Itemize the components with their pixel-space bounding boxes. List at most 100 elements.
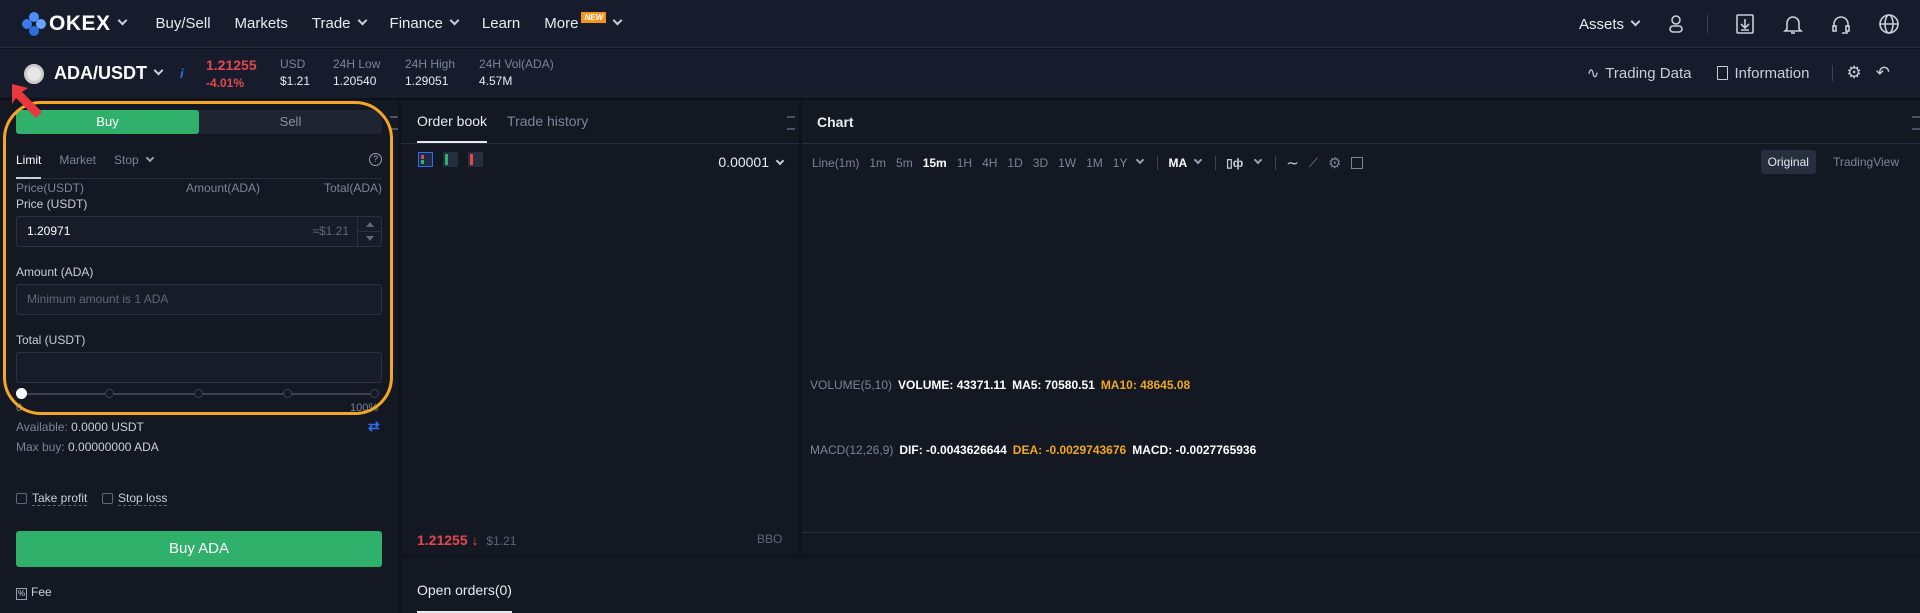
- view-bids-icon[interactable]: [443, 152, 458, 167]
- panel-drag-handle[interactable]: [1912, 116, 1920, 130]
- arrow-up-icon[interactable]: [366, 222, 374, 227]
- precision-value: 0.00001: [718, 154, 769, 170]
- chevron-down-icon[interactable]: [117, 15, 127, 26]
- macd-indicator-label: MACD(12,26,9): [810, 443, 894, 457]
- chart-settings-icon[interactable]: ⚙: [1328, 154, 1341, 172]
- tab-limit[interactable]: Limit: [16, 153, 42, 179]
- chevron-down-icon[interactable]: [1193, 155, 1203, 165]
- nav-buy-sell[interactable]: Buy/Sell: [156, 15, 211, 32]
- price-input[interactable]: 1.20971 ≈$1.21: [16, 216, 382, 247]
- divider: [802, 143, 1920, 144]
- high-label: 24H High: [405, 57, 456, 71]
- download-icon[interactable]: [1734, 13, 1756, 35]
- stop-loss-checkbox[interactable]: [102, 493, 113, 505]
- interval-15m[interactable]: 15m: [923, 156, 947, 170]
- slider-mark[interactable]: [283, 389, 292, 398]
- slider-mark[interactable]: [105, 389, 114, 398]
- slider-mark[interactable]: [194, 389, 203, 398]
- sell-tab[interactable]: Sell: [199, 110, 382, 134]
- ada-coin-icon: [24, 63, 44, 84]
- settings-icon[interactable]: ⚙: [1847, 63, 1862, 83]
- macd-legend: MACD(12,26,9) DIF: -0.0043626644 DEA: -0.0…: [810, 443, 1256, 457]
- fullscreen-icon[interactable]: [1351, 157, 1364, 169]
- new-badge: NEW: [581, 12, 607, 23]
- take-profit-option[interactable]: Take profit: [16, 491, 88, 506]
- ticker-bar: ADA/USDT i 1.21255 -4.01% USD $1.21 24H L…: [0, 49, 1920, 99]
- macd-dea: DEA: -0.0029743676: [1012, 443, 1127, 457]
- nav-finance[interactable]: Finance: [390, 15, 460, 32]
- interval-line-1m[interactable]: Line(1m): [812, 156, 859, 170]
- slider-mark[interactable]: [370, 389, 379, 398]
- buy-ada-button[interactable]: Buy ADA: [16, 531, 382, 567]
- nav-trade[interactable]: Trade: [312, 15, 367, 32]
- candlestick-chart[interactable]: [802, 180, 1920, 540]
- fee-label: Fee: [31, 585, 52, 599]
- stop-loss-option[interactable]: Stop loss: [102, 491, 168, 506]
- okex-logo[interactable]: OKEX: [22, 11, 127, 36]
- interval-5m[interactable]: 5m: [896, 156, 913, 170]
- view-original[interactable]: Original: [1760, 150, 1816, 174]
- interval-1w[interactable]: 1W: [1058, 156, 1076, 170]
- panel-drag-handle[interactable]: [390, 116, 398, 130]
- order-type-tabs: Limit Market Stop ?: [16, 153, 382, 179]
- percent-icon: %: [16, 588, 27, 600]
- interval-1mo[interactable]: 1M: [1086, 156, 1103, 170]
- interval-1y[interactable]: 1Y: [1113, 156, 1128, 170]
- nav-markets[interactable]: Markets: [235, 15, 288, 32]
- tab-open-orders[interactable]: Open orders(0): [417, 582, 512, 613]
- info-icon[interactable]: i: [180, 66, 184, 81]
- help-icon[interactable]: ?: [369, 153, 382, 166]
- nav-more[interactable]: More NEW: [544, 12, 623, 32]
- available-label: Available:: [16, 420, 68, 434]
- view-both-icon[interactable]: [418, 152, 433, 167]
- last-price: 1.21255: [206, 57, 257, 73]
- globe-icon[interactable]: [1878, 13, 1900, 35]
- trading-data-link[interactable]: Trading Data: [1605, 65, 1691, 82]
- bell-icon[interactable]: [1782, 13, 1804, 35]
- header-amount: Amount(ADA): [185, 181, 260, 195]
- price-change: -4.01%: [206, 76, 245, 90]
- arrow-down-icon[interactable]: [366, 236, 374, 241]
- fee-link[interactable]: % Fee: [16, 585, 52, 600]
- slider-handle[interactable]: [16, 388, 27, 399]
- take-profit-checkbox[interactable]: [16, 493, 27, 505]
- available-balance: Available: 0.0000 USDT: [16, 420, 144, 434]
- headset-icon[interactable]: [1830, 13, 1852, 35]
- information-link[interactable]: Information: [1734, 65, 1809, 82]
- line-tool-icon[interactable]: ∼: [1286, 154, 1299, 172]
- low-stat: 24H Low 1.20540: [333, 57, 380, 88]
- view-tradingview[interactable]: TradingView: [1826, 150, 1906, 174]
- maxbuy-value: 0.00000000 ADA: [68, 440, 159, 454]
- transfer-icon[interactable]: ⇄: [368, 418, 380, 435]
- total-input[interactable]: [16, 352, 382, 383]
- tab-order-book[interactable]: Order book: [417, 113, 488, 143]
- tab-trade-history[interactable]: Trade history: [507, 113, 588, 143]
- nav-learn[interactable]: Learn: [482, 15, 520, 32]
- amount-input[interactable]: Minimum amount is 1 ADA: [16, 284, 382, 315]
- precision-select[interactable]: 0.00001: [718, 154, 785, 170]
- view-asks-icon[interactable]: [468, 152, 483, 167]
- indicator-select[interactable]: MA: [1168, 156, 1187, 170]
- interval-3d[interactable]: 3D: [1033, 156, 1048, 170]
- volume-value: VOLUME: 43371.11: [898, 378, 1007, 392]
- pair-selector[interactable]: ADA/USDT i: [24, 63, 184, 84]
- vol-value: 4.57M: [479, 74, 513, 88]
- chevron-down-icon[interactable]: [1254, 155, 1263, 165]
- bbo-button[interactable]: BBO: [757, 532, 782, 546]
- interval-1d[interactable]: 1D: [1007, 156, 1022, 170]
- price-stepper[interactable]: [357, 217, 381, 246]
- interval-4h[interactable]: 4H: [982, 156, 997, 170]
- chevron-down-icon[interactable]: [1136, 155, 1145, 165]
- interval-1h[interactable]: 1H: [957, 156, 972, 170]
- panel-drag-handle[interactable]: [787, 116, 795, 130]
- amount-slider[interactable]: [16, 388, 379, 399]
- buy-sell-toggle: Buy Sell: [16, 110, 382, 134]
- tab-stop[interactable]: Stop: [114, 153, 154, 178]
- undo-icon[interactable]: ↶: [1876, 63, 1890, 83]
- tab-market[interactable]: Market: [59, 153, 96, 178]
- interval-1m[interactable]: 1m: [869, 156, 886, 170]
- user-icon[interactable]: [1665, 13, 1687, 35]
- candle-type-icon[interactable]: ▯ф: [1226, 156, 1243, 170]
- ruler-icon[interactable]: ⟋: [1309, 155, 1318, 171]
- nav-assets[interactable]: Assets: [1579, 16, 1641, 33]
